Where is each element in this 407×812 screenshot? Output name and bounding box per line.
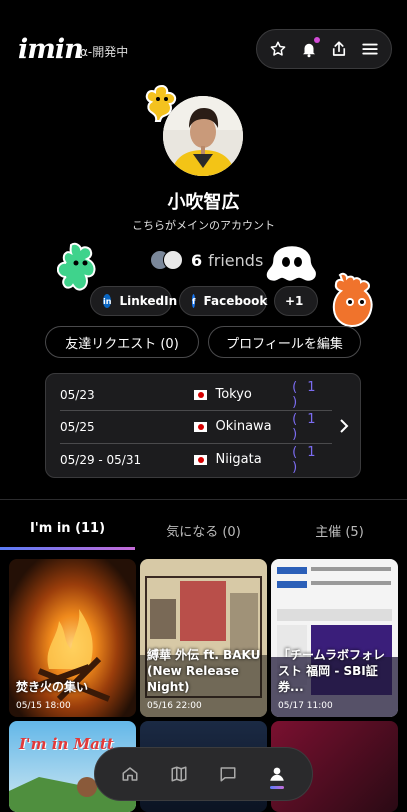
facebook-icon: f [192, 294, 196, 308]
star-icon [270, 41, 286, 56]
orange-character-sticker [332, 272, 373, 328]
trip-count: ( 1 ) [292, 444, 319, 475]
nav-chat-button[interactable] [211, 757, 245, 791]
tab-hosting[interactable]: 主催 (5) [272, 521, 407, 540]
nav-map-button[interactable] [162, 757, 196, 791]
japan-flag-icon [194, 389, 208, 400]
menu-button[interactable] [357, 36, 383, 62]
friends-summary[interactable]: 6 friends [150, 248, 263, 272]
event-title: 焚き火の集い [16, 680, 89, 694]
menu-icon [362, 43, 378, 55]
trip-row: 05/29 - 05/31 Niigata ( 1 ) [60, 443, 332, 476]
share-icon [333, 41, 346, 56]
profile-subtitle: こちらがメインのアカウント [132, 219, 275, 232]
notifications-button[interactable] [296, 36, 322, 62]
trip-row: 05/23 Tokyo ( 1 ) [60, 378, 332, 411]
event-date: 05/17 11:00 [278, 701, 333, 711]
profile-avatar[interactable] [163, 96, 243, 176]
trip-row: 05/25 Okinawa ( 1 ) [60, 410, 332, 443]
trip-count: ( 1 ) [292, 411, 319, 442]
notification-dot [313, 37, 320, 43]
imin-logo[interactable]: imin [18, 34, 84, 65]
event-card[interactable]: 「チームラボフォレスト 福岡 - SBI証券... 05/17 11:00 [271, 559, 398, 717]
friend-requests-button[interactable]: 友達リクエスト (0) [45, 326, 199, 358]
trip-count: ( 1 ) [292, 379, 319, 410]
linkedin-icon: in [103, 294, 112, 308]
trip-city: Tokyo [215, 387, 252, 402]
profile-icon [270, 767, 285, 781]
trip-city: Niigata [215, 452, 262, 467]
version-badge: α-開発中 [80, 45, 129, 59]
profile-name: 小吹智広 [167, 192, 240, 213]
map-icon [171, 766, 187, 782]
facebook-link[interactable]: f Facebook [179, 286, 267, 316]
friends-count: 6 [191, 250, 203, 270]
linkedin-link[interactable]: in LinkedIn [90, 286, 177, 316]
active-nav-indicator [270, 786, 285, 789]
app-header: imin α-開発中 [0, 0, 407, 100]
event-date: 05/15 18:00 [16, 701, 71, 711]
ghost-character-sticker [264, 243, 319, 284]
trip-dates: 05/25 [60, 419, 95, 434]
more-links-label: +1 [285, 294, 304, 308]
section-divider [0, 499, 407, 500]
green-character-sticker [57, 242, 96, 291]
event-title: 「チームラボフォレスト 福岡 - SBI証券... [278, 648, 386, 694]
event-card[interactable]: 焚き火の集い 05/15 18:00 [9, 559, 136, 717]
event-date: 05/16 22:00 [147, 701, 202, 711]
trip-city: Okinawa [215, 419, 272, 434]
tab-im-in[interactable]: I'm in (11) [0, 521, 135, 536]
active-tab-indicator [0, 547, 135, 550]
chat-icon [220, 767, 236, 782]
home-icon [122, 767, 138, 781]
event-title: 縛華 外伝 ft. BAKU (New Release Night) [147, 648, 261, 694]
chevron-right-icon [340, 419, 349, 433]
japan-flag-icon [194, 421, 208, 432]
avatar-photo [163, 96, 243, 176]
linkedin-label: LinkedIn [119, 294, 178, 308]
share-button[interactable] [326, 36, 352, 62]
friend-avatar [163, 250, 183, 270]
facebook-label: Facebook [203, 294, 268, 308]
event-card[interactable]: 縛華 外伝 ft. BAKU (New Release Night) 05/16… [140, 559, 267, 717]
header-toolbar [256, 29, 392, 69]
nav-profile-button[interactable] [260, 757, 294, 791]
trip-dates: 05/23 [60, 387, 95, 402]
trip-schedule-card[interactable]: 05/23 Tokyo ( 1 ) 05/25 Okinawa ( 1 ) 05… [45, 373, 361, 478]
nav-home-button[interactable] [113, 757, 147, 791]
tab-interested[interactable]: 気になる (0) [136, 521, 271, 540]
edit-profile-button[interactable]: プロフィールを編集 [208, 326, 361, 358]
bottom-navigation [94, 747, 313, 801]
trip-dates: 05/29 - 05/31 [60, 452, 142, 467]
favorite-button[interactable] [265, 36, 291, 62]
more-links-button[interactable]: +1 [274, 286, 318, 316]
japan-flag-icon [194, 454, 208, 465]
friends-label: friends [208, 250, 264, 270]
